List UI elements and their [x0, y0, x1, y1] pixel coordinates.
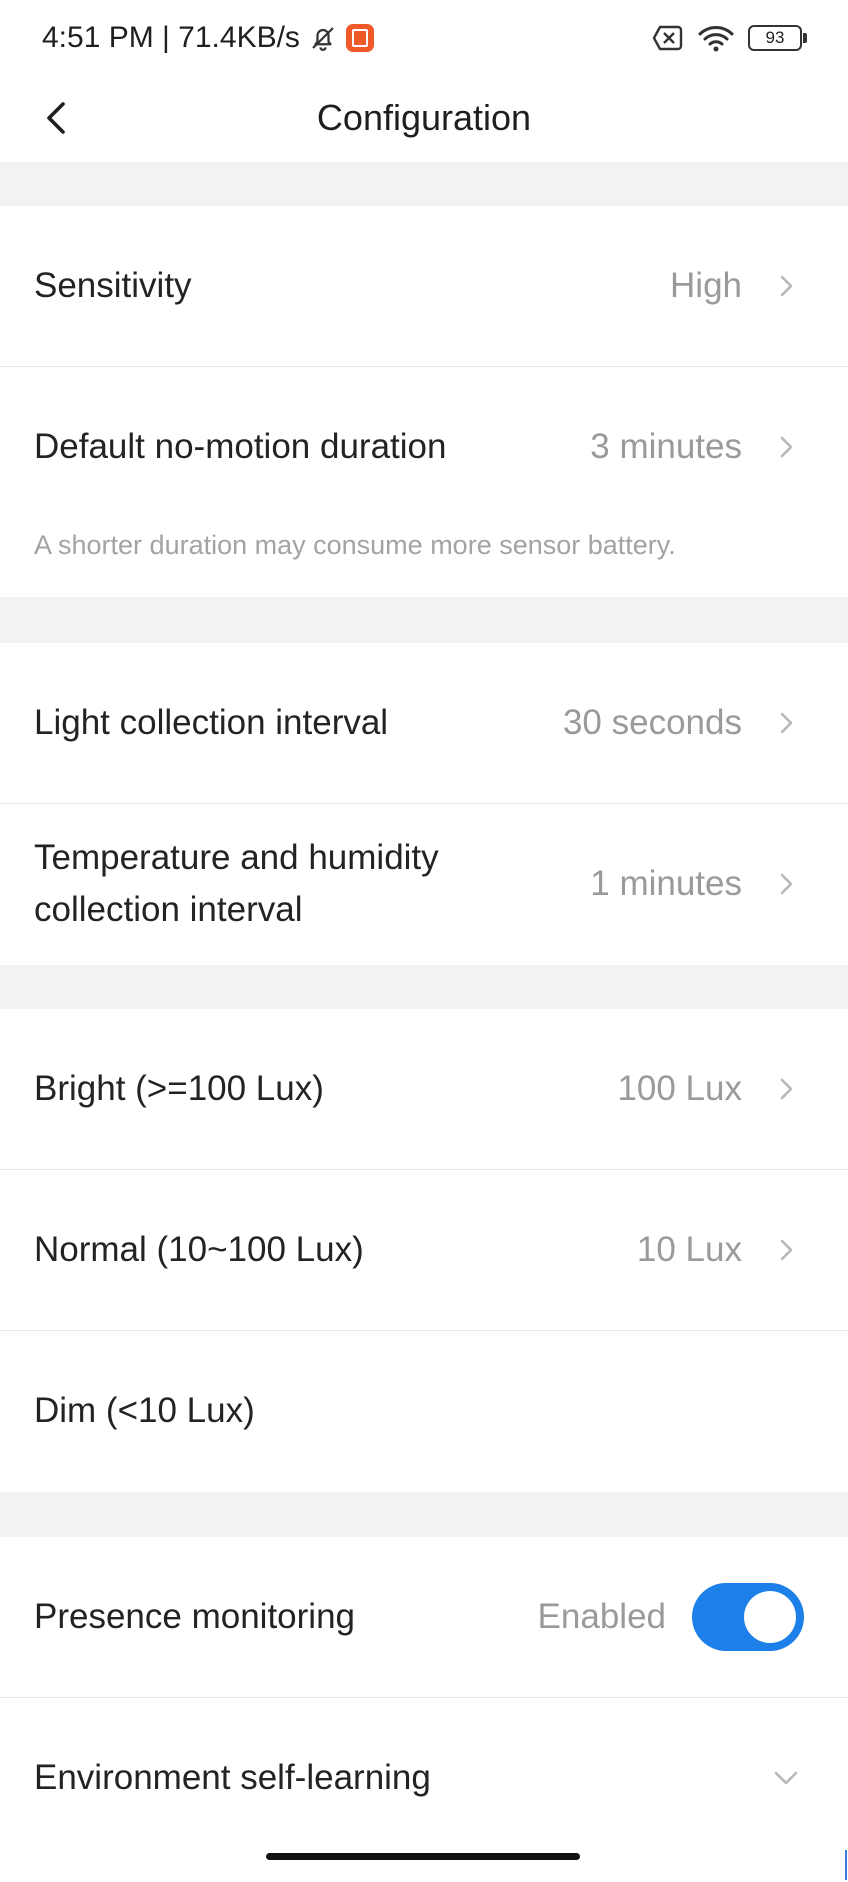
configuration-screen: 4:51 PM | 71.4KB/s 93 Configuration Sens…: [0, 0, 848, 1882]
normal-threshold-value: 10 Lux: [636, 1230, 742, 1269]
environment-self-learning-row[interactable]: Environment self-learning: [0, 1698, 848, 1848]
status-time-speed: 4:51 PM | 71.4KB/s: [42, 21, 300, 54]
section-gap: [0, 1492, 848, 1537]
temp-humidity-interval-value: 1 minutes: [590, 864, 742, 903]
app-notification-icon: [345, 24, 374, 52]
dim-threshold-row: Dim (<10 Lux): [0, 1331, 848, 1492]
header: Configuration: [0, 76, 848, 162]
battery-level: 93: [765, 28, 785, 47]
environment-self-learning-label: Environment self-learning: [34, 1758, 431, 1797]
temp-humidity-interval-label-line2: collection interval: [34, 890, 303, 929]
presence-monitoring-status: Enabled: [537, 1597, 666, 1636]
temp-humidity-interval-label-line1: Temperature and humidity: [34, 838, 439, 877]
status-right: 93: [652, 20, 807, 56]
light-collection-interval-row[interactable]: Light collection interval 30 seconds: [0, 643, 848, 803]
normal-threshold-label: Normal (10~100 Lux): [34, 1230, 364, 1269]
light-collection-interval-value: 30 seconds: [562, 703, 742, 742]
chevron-right-icon: [780, 1078, 793, 1100]
bright-threshold-value: 100 Lux: [617, 1069, 742, 1108]
dim-threshold-label: Dim (<10 Lux): [34, 1391, 255, 1430]
chevron-right-icon: [780, 275, 793, 297]
no-motion-hint: A shorter duration may consume more sens…: [34, 530, 676, 560]
chevron-down-icon: [774, 1771, 798, 1785]
sensitivity-value: High: [670, 266, 742, 305]
sensitivity-label: Sensitivity: [34, 266, 192, 305]
chevron-right-icon: [780, 712, 793, 734]
battery-icon: 93: [748, 25, 807, 51]
no-motion-duration-label: Default no-motion duration: [34, 427, 447, 466]
sensitivity-row[interactable]: Sensitivity High: [0, 206, 848, 366]
chevron-right-icon: [780, 873, 793, 895]
chevron-right-icon: [780, 436, 793, 458]
bright-threshold-label: Bright (>=100 Lux): [34, 1069, 324, 1108]
dnd-bell-off-icon: [312, 27, 334, 51]
status-bar: 4:51 PM | 71.4KB/s 93: [0, 0, 848, 76]
status-left: 4:51 PM | 71.4KB/s: [42, 16, 374, 60]
temp-humidity-interval-row[interactable]: Temperature and humidity collection inte…: [0, 804, 848, 965]
section-gap: [0, 162, 848, 206]
presence-monitoring-toggle[interactable]: [692, 1583, 804, 1651]
section-gap: [0, 965, 848, 1009]
normal-threshold-row[interactable]: Normal (10~100 Lux) 10 Lux: [0, 1170, 848, 1330]
presence-monitoring-row: Presence monitoring Enabled: [0, 1537, 848, 1697]
toggle-knob: [744, 1591, 796, 1643]
bright-threshold-row[interactable]: Bright (>=100 Lux) 100 Lux: [0, 1009, 848, 1169]
light-collection-interval-label: Light collection interval: [34, 703, 389, 742]
sim-x-icon: [652, 25, 683, 51]
wifi-icon: [698, 26, 734, 52]
edge-indicator: [845, 1850, 847, 1880]
no-motion-duration-value: 3 minutes: [590, 427, 742, 466]
chevron-right-icon: [780, 1239, 793, 1261]
no-motion-duration-row[interactable]: Default no-motion duration 3 minutes A s…: [0, 367, 848, 597]
home-indicator[interactable]: [266, 1853, 580, 1860]
section-gap: [0, 597, 848, 643]
page-title: Configuration: [316, 97, 532, 138]
presence-monitoring-label: Presence monitoring: [34, 1597, 355, 1636]
